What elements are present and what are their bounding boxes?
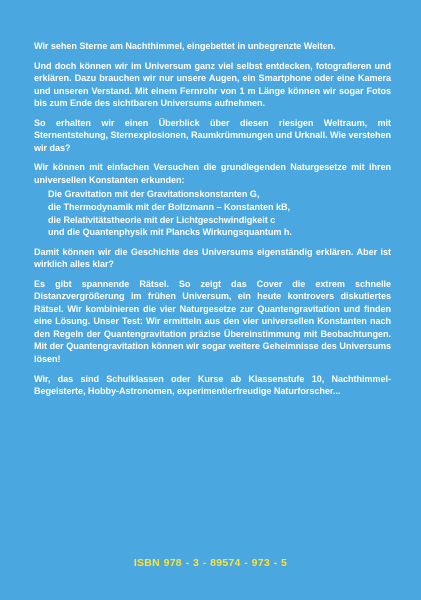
overview-paragraph: So erhalten wir einen Überblick über die… xyxy=(34,117,391,153)
intro-paragraph: Wir sehen Sterne am Nachthimmel, eingebe… xyxy=(34,41,336,51)
discovery-paragraph: Und doch können wir im Universum ganz vi… xyxy=(34,60,391,109)
isbn-number: ISBN 978 - 3 - 89574 - 973 - 5 xyxy=(133,557,288,569)
law-thermodynamics: die Thermodynamik mit der Boltzmann – Ko… xyxy=(48,202,290,213)
law-quantum-physics: und die Quantenphysik mit Plancks Wirkun… xyxy=(48,227,292,238)
riddles-paragraph: Es gibt spannende Rätsel. So zeigt das C… xyxy=(34,278,391,365)
back-cover: Wir sehen Sterne am Nachthimmel, eingebe… xyxy=(0,0,421,600)
blurb-text: Wir sehen Sterne am Nachthimmel, eingebe… xyxy=(34,40,391,398)
audience-paragraph: Wir, das sind Schulklassen oder Kurse ab… xyxy=(34,373,391,397)
history-paragraph: Damit können wir die Geschichte des Univ… xyxy=(34,246,391,270)
experiments-paragraph: Wir können mit einfachen Versuchen die g… xyxy=(34,162,391,185)
law-relativity: die Relativitätstheorie mit der Lichtges… xyxy=(48,214,276,225)
law-gravitation: Die Gravitation mit der Gravitationskons… xyxy=(48,189,260,200)
natural-laws-list: Die Gravitation mit der Gravitationskons… xyxy=(48,188,391,238)
